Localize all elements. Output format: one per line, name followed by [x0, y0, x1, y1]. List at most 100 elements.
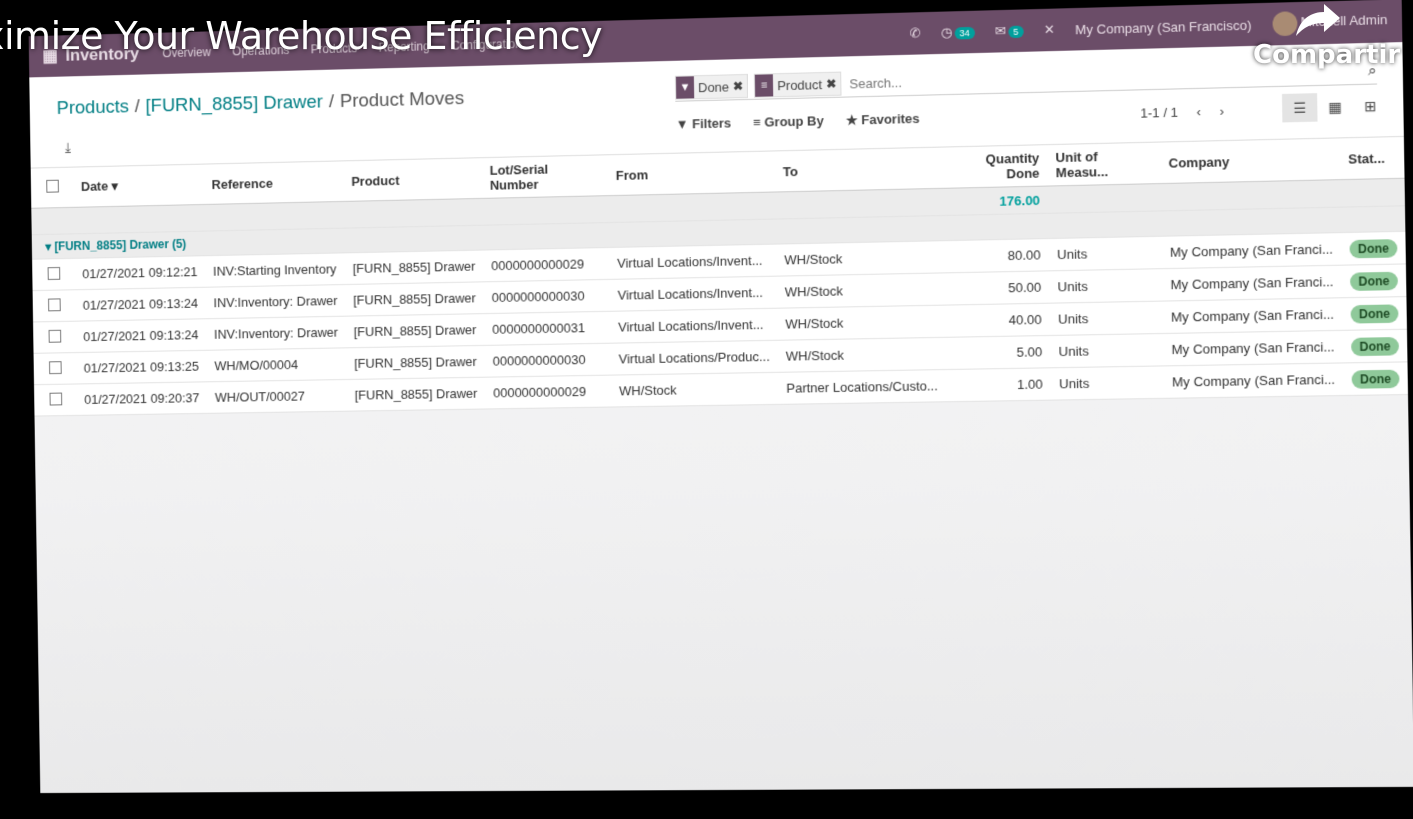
- pager-value[interactable]: 1-1 / 1: [1140, 105, 1178, 121]
- col-reference[interactable]: Reference: [203, 161, 344, 205]
- status-badge: Done: [1349, 239, 1398, 259]
- col-product[interactable]: Product: [343, 158, 483, 202]
- cell-date: 01/27/2021 09:20:37: [76, 381, 208, 416]
- breadcrumb-product[interactable]: [FURN_8855] Drawer: [145, 92, 323, 117]
- cell-lot: 0000000000031: [484, 311, 611, 346]
- favorites-button[interactable]: ★ Favorites: [846, 111, 920, 129]
- row-checkbox[interactable]: [49, 392, 63, 406]
- cell-to: WH/Stock: [776, 240, 945, 277]
- row-checkbox[interactable]: [47, 266, 61, 280]
- filters-button[interactable]: ▼ Filters: [676, 115, 732, 132]
- col-date-label: Date: [80, 178, 109, 194]
- pager: 1-1 / 1 ‹ ›: [1140, 104, 1224, 121]
- cell-product: [FURN_8855] Drawer: [346, 345, 485, 380]
- cell-to: Partner Locations/Custo...: [778, 369, 947, 405]
- video-title: ximize Your Warehouse Efficiency: [0, 14, 603, 58]
- status-badge: Done: [1349, 271, 1398, 291]
- row-checkbox[interactable]: [48, 329, 62, 343]
- cell-from: Virtual Locations/Invent...: [609, 308, 778, 344]
- cell-qty: 1.00: [945, 367, 1052, 402]
- cell-product: [FURN_8855] Drawer: [345, 281, 485, 317]
- col-uom[interactable]: Unit of Measu...: [1047, 142, 1161, 187]
- cell-company: My Company (San Franci...: [1161, 232, 1342, 269]
- clock-icon: ◷: [940, 24, 953, 40]
- share-button[interactable]: Compartir: [1253, 0, 1400, 70]
- cell-company: My Company (San Franci...: [1163, 362, 1344, 399]
- select-all-checkbox[interactable]: [46, 179, 59, 193]
- cell-product: [FURN_8855] Drawer: [345, 313, 485, 348]
- cell-from: Virtual Locations/Invent...: [609, 276, 778, 312]
- facet-done[interactable]: ▼ Done ✖: [674, 73, 749, 100]
- cell-uom: Units: [1050, 365, 1165, 401]
- status-badge: Done: [1351, 337, 1400, 357]
- chevron-left-icon[interactable]: ‹: [1196, 104, 1201, 119]
- cell-date: 01/27/2021 09:13:24: [75, 318, 207, 353]
- messages-button[interactable]: ✉ 5: [995, 23, 1024, 40]
- breadcrumb: Products / [FURN_8855] Drawer / Product Move…: [56, 88, 465, 119]
- cell-lot: 0000000000030: [483, 279, 610, 314]
- col-to[interactable]: To: [774, 147, 943, 192]
- cell-reference: INV:Inventory: Drawer: [205, 284, 346, 319]
- pivot-view-icon[interactable]: ⊞: [1352, 91, 1388, 120]
- group-label: [FURN_8855] Drawer (5): [54, 236, 187, 254]
- filter-icon: ▼: [675, 116, 689, 132]
- cell-date: 01/27/2021 09:13:24: [74, 287, 206, 322]
- view-switcher: ☰ ▦ ⊞: [1281, 91, 1388, 123]
- cell-from: Virtual Locations/Invent...: [608, 244, 777, 280]
- star-icon: ★: [845, 112, 858, 128]
- cell-qty: 5.00: [945, 335, 1051, 370]
- col-from[interactable]: From: [607, 151, 776, 196]
- col-lot[interactable]: Lot/Serial Number: [481, 155, 609, 199]
- cell-qty: 80.00: [943, 238, 1050, 273]
- col-status[interactable]: Stat...: [1339, 136, 1405, 180]
- cell-product: [FURN_8855] Drawer: [346, 377, 486, 412]
- col-company[interactable]: Company: [1160, 138, 1341, 184]
- status-badge: Done: [1350, 304, 1399, 324]
- moves-table: Date ▾ Reference Product Lot/Serial Numb…: [30, 136, 1408, 417]
- messages-badge: 5: [1008, 25, 1024, 39]
- download-icon[interactable]: ⤓: [65, 139, 71, 156]
- groupby-button[interactable]: ≡ Group By: [753, 113, 824, 131]
- favorites-label: Favorites: [861, 110, 920, 128]
- cell-uom: Units: [1050, 333, 1164, 368]
- cell-from: Virtual Locations/Produc...: [610, 340, 779, 376]
- cell-date: 01/27/2021 09:13:25: [75, 350, 207, 384]
- cell-lot: 0000000000030: [484, 343, 611, 378]
- tools-icon[interactable]: ✕: [1044, 22, 1055, 38]
- chat-icon: ✉: [994, 23, 1007, 39]
- kanban-view-icon[interactable]: ▦: [1317, 92, 1353, 121]
- activity-button[interactable]: ◷ 34: [941, 24, 975, 41]
- facet-product[interactable]: ≡ Product ✖: [753, 71, 842, 98]
- list-view-icon[interactable]: ☰: [1281, 93, 1318, 123]
- remove-facet-icon[interactable]: ✖: [733, 79, 747, 93]
- remove-facet-icon[interactable]: ✖: [826, 77, 840, 91]
- cell-company: My Company (San Franci...: [1162, 265, 1343, 302]
- cell-company: My Company (San Franci...: [1162, 297, 1343, 334]
- select-all[interactable]: [30, 167, 74, 209]
- search-options: ▼ Filters ≡ Group By ★ Favorites: [676, 111, 920, 133]
- row-checkbox[interactable]: [49, 360, 62, 374]
- row-checkbox[interactable]: [48, 297, 61, 311]
- cell-lot: 0000000000029: [483, 247, 610, 282]
- groupby-icon: ≡: [754, 74, 774, 97]
- cell-uom: Units: [1049, 301, 1164, 336]
- phone-icon[interactable]: ✆: [910, 25, 921, 41]
- cell-from: WH/Stock: [610, 372, 779, 408]
- status-badge: Done: [1351, 369, 1400, 389]
- breadcrumb-current: Product Moves: [339, 88, 465, 112]
- col-quantity[interactable]: Quantity Done: [942, 145, 1048, 189]
- breadcrumb-products[interactable]: Products: [57, 96, 130, 118]
- share-label: Compartir: [1253, 40, 1401, 70]
- cell-reference: INV:Starting Inventory: [205, 252, 346, 288]
- filters-label: Filters: [692, 115, 732, 132]
- cell-lot: 0000000000029: [484, 375, 612, 409]
- company-switcher[interactable]: My Company (San Francisco): [1075, 17, 1252, 37]
- cell-qty: 40.00: [944, 303, 1051, 338]
- col-date[interactable]: Date ▾: [72, 164, 205, 208]
- cell-reference: WH/MO/00004: [206, 347, 347, 382]
- chevron-right-icon[interactable]: ›: [1219, 104, 1224, 119]
- cell-to: WH/Stock: [777, 337, 946, 373]
- cell-reference: INV:Inventory: Drawer: [205, 316, 347, 351]
- cell-uom: Units: [1049, 268, 1163, 304]
- cell-company: My Company (San Franci...: [1163, 330, 1344, 366]
